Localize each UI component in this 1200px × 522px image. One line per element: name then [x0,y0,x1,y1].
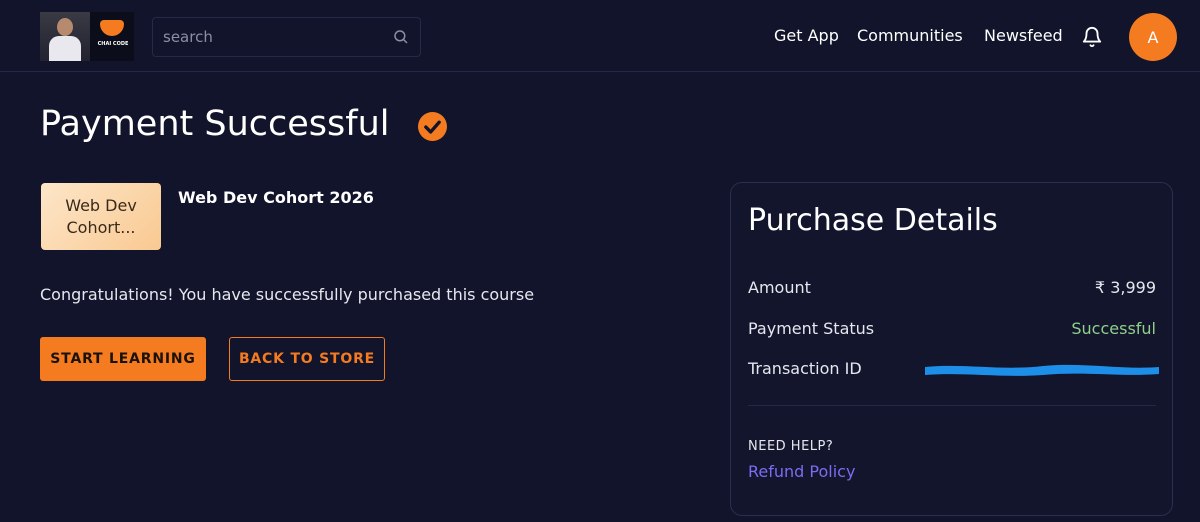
chai-cup-icon [100,20,124,36]
purchase-details-card: Purchase Details Amount ₹ 3,999 Payment … [730,182,1173,516]
verified-check-icon [418,112,447,141]
search-input[interactable] [153,18,383,56]
course-thumbnail[interactable]: Web Dev Cohort... [41,183,161,250]
payment-status-label: Payment Status [748,319,875,338]
course-name: Web Dev Cohort 2026 [178,188,374,207]
logo-person-head [57,18,73,36]
success-message: Congratulations! You have successfully p… [40,285,535,304]
amount-label: Amount [748,278,811,297]
need-help-label: NEED HELP? [748,439,834,454]
redacted-transaction-id [925,364,1159,376]
card-divider [748,405,1156,406]
payment-status-value: Successful [1071,319,1156,338]
top-navbar: CHAI CODE Get App Communities Newsfeed A [0,0,1200,72]
chai-code-logo[interactable]: CHAI CODE [40,12,134,61]
search-box[interactable] [152,17,421,57]
nav-newsfeed[interactable]: Newsfeed [984,26,1063,45]
refund-policy-link[interactable]: Refund Policy [748,462,855,481]
nav-get-app[interactable]: Get App [774,26,839,45]
logo-brand-text: CHAI CODE [97,41,129,47]
purchase-details-title: Purchase Details [748,203,998,238]
amount-value: ₹ 3,999 [1094,278,1156,297]
start-learning-button[interactable]: START LEARNING [40,337,206,381]
nav-communities[interactable]: Communities [857,26,963,45]
back-to-store-button[interactable]: BACK TO STORE [229,337,385,381]
transaction-id-label: Transaction ID [748,359,862,378]
search-icon[interactable] [392,28,410,46]
page-title: Payment Successful [40,104,390,144]
user-avatar[interactable]: A [1129,13,1177,61]
logo-person-body [49,36,81,61]
bell-icon[interactable] [1081,25,1103,49]
logo-person-image [40,12,90,61]
